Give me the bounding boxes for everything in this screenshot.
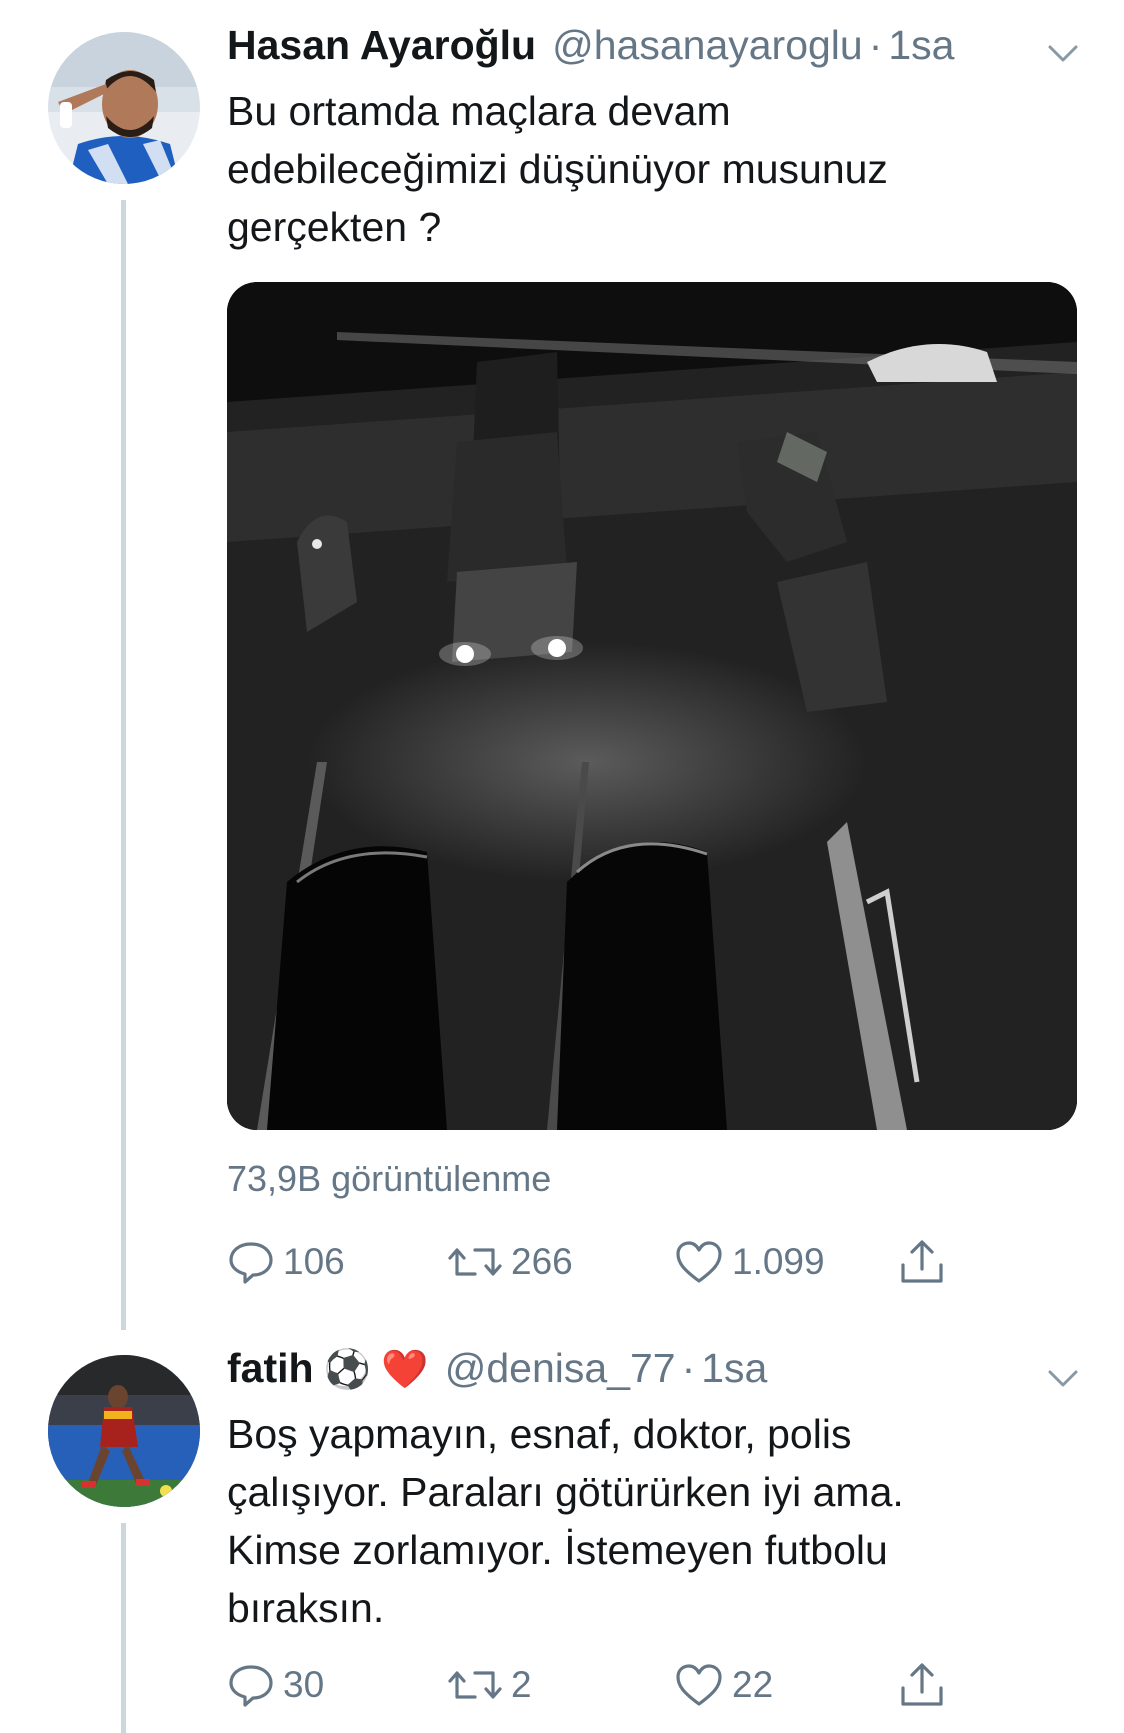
retweet-icon bbox=[448, 1248, 502, 1276]
reply-icon bbox=[229, 1665, 273, 1707]
like-button[interactable]: 22 bbox=[674, 1655, 773, 1715]
share-button[interactable] bbox=[897, 1232, 955, 1292]
separator: · bbox=[868, 22, 883, 68]
like-count: 1.099 bbox=[732, 1241, 825, 1282]
name-emoji: ⚽ ❤️ bbox=[323, 1349, 429, 1391]
tweet-header: Hasan Ayaroğlu @hasanayaroglu · 1sa bbox=[227, 22, 1084, 78]
retweet-button[interactable]: 2 bbox=[447, 1655, 532, 1715]
thread-line bbox=[121, 1523, 126, 1733]
avatar-hasan[interactable] bbox=[48, 32, 200, 184]
like-button[interactable]: 1.099 bbox=[674, 1232, 825, 1292]
timestamp[interactable]: 1sa bbox=[888, 22, 954, 69]
timestamp[interactable]: 1sa bbox=[701, 1345, 767, 1392]
retweet-count: 266 bbox=[511, 1241, 573, 1282]
tweet-text-line: gerçekten ? bbox=[227, 204, 442, 250]
view-count: 73,9B görüntülenme bbox=[227, 1158, 552, 1199]
reply-button[interactable]: 106 bbox=[227, 1232, 345, 1292]
tweet-text: Boş yapmayın, esnaf, doktor, polis çalış… bbox=[227, 1405, 1087, 1637]
display-name[interactable]: fatih bbox=[227, 1345, 314, 1392]
chevron-down-icon[interactable] bbox=[1042, 1357, 1084, 1399]
username[interactable]: @denisa_77 bbox=[445, 1345, 676, 1392]
separator: · bbox=[681, 1345, 696, 1391]
reply-icon bbox=[229, 1242, 273, 1284]
tweet-text-line: edebileceğimizi düşünüyor musunuz bbox=[227, 146, 888, 192]
tweet-header: fatih ⚽ ❤️ @denisa_77 · 1sa bbox=[227, 1345, 1084, 1401]
tweet-text-line: çalışıyor. Paraları götürürken iyi ama. bbox=[227, 1469, 904, 1515]
tweet-text-line: bıraksın. bbox=[227, 1585, 385, 1631]
retweet-icon bbox=[448, 1671, 502, 1699]
chevron-down-icon[interactable] bbox=[1042, 32, 1084, 74]
action-bar: 106 266 1.099 bbox=[227, 1232, 987, 1292]
heart-icon bbox=[676, 1241, 722, 1283]
tweet-text-line: Boş yapmayın, esnaf, doktor, polis bbox=[227, 1411, 852, 1457]
avatar-fatih[interactable] bbox=[48, 1355, 200, 1507]
tweet-text: Bu ortamda maçlara devam edebileceğimizi… bbox=[227, 82, 1087, 256]
reply-button[interactable]: 30 bbox=[227, 1655, 324, 1715]
share-button[interactable] bbox=[897, 1655, 955, 1715]
tweet-text-line: Kimse zorlamıyor. İstemeyen futbolu bbox=[227, 1527, 888, 1573]
reply-count: 30 bbox=[283, 1664, 325, 1705]
display-name[interactable]: Hasan Ayaroğlu bbox=[227, 22, 536, 69]
share-icon bbox=[901, 1663, 943, 1706]
reply-count: 106 bbox=[283, 1241, 345, 1282]
retweet-button[interactable]: 266 bbox=[447, 1232, 573, 1292]
share-icon bbox=[901, 1240, 943, 1283]
tweet-text-line: Bu ortamda maçlara devam bbox=[227, 88, 731, 134]
like-count: 22 bbox=[732, 1664, 774, 1705]
retweet-count: 2 bbox=[511, 1664, 532, 1705]
username[interactable]: @hasanayaroglu bbox=[552, 22, 863, 69]
heart-icon bbox=[676, 1664, 722, 1706]
thread-line bbox=[121, 200, 126, 1330]
video-player[interactable] bbox=[227, 282, 1077, 1130]
action-bar: 30 2 22 bbox=[227, 1655, 987, 1715]
